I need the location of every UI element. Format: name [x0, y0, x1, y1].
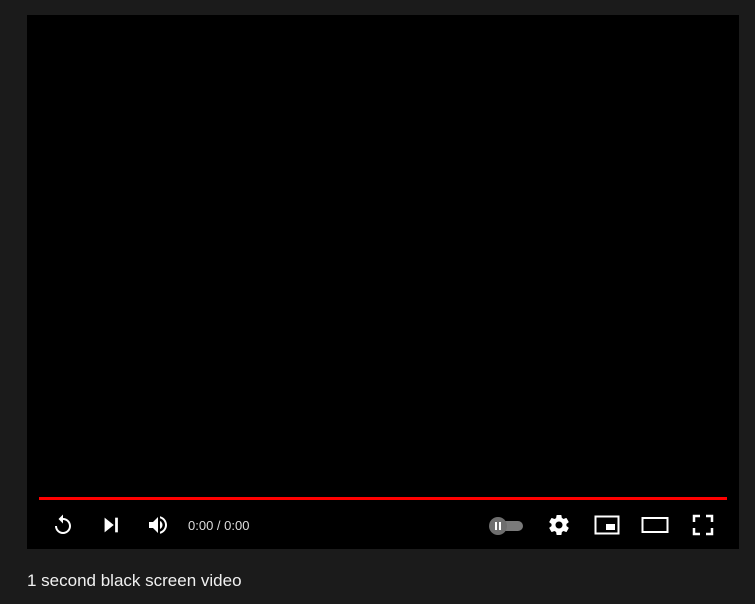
fullscreen-icon: [692, 514, 714, 536]
player-controls: 0:00 / 0:00: [27, 505, 739, 545]
replay-icon: [55, 514, 71, 534]
theater-mode-icon: [641, 517, 669, 533]
replay-button[interactable]: [47, 511, 79, 539]
time-display: 0:00 / 0:00: [188, 518, 250, 533]
settings-button[interactable]: [543, 511, 575, 539]
video-title: 1 second black screen video: [27, 571, 242, 590]
fullscreen-button[interactable]: [687, 511, 719, 539]
video-player[interactable]: 0:00 / 0:00: [27, 15, 739, 549]
progress-bar[interactable]: [39, 497, 727, 500]
volume-button[interactable]: [142, 511, 174, 539]
next-button[interactable]: [95, 511, 127, 539]
progress-bar-fill: [39, 497, 727, 500]
volume-icon: [149, 516, 167, 534]
page: 0:00 / 0:00 1 second black screen video: [0, 0, 755, 604]
miniplayer-button[interactable]: [591, 511, 623, 539]
gear-icon: [549, 515, 569, 536]
autoplay-toggle[interactable]: [489, 515, 525, 535]
miniplayer-icon: [594, 515, 620, 535]
next-icon: [104, 517, 118, 533]
autoplay-pause-icon: [489, 517, 507, 535]
theater-mode-button[interactable]: [639, 511, 671, 539]
